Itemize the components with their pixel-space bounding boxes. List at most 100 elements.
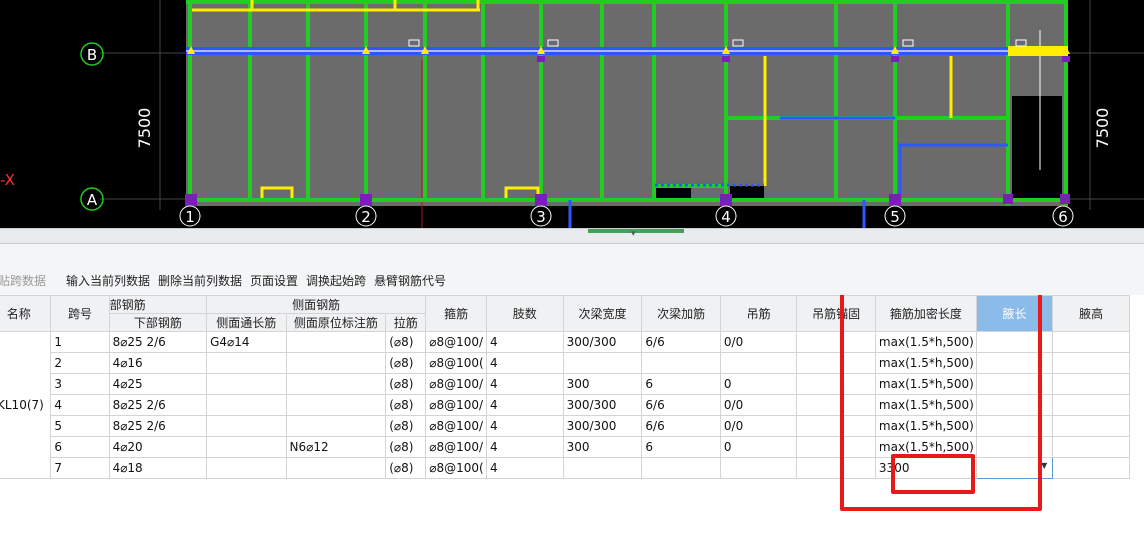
- cell-side-in-situ[interactable]: [285, 415, 387, 437]
- col-header-stirrup[interactable]: 箍筋: [425, 295, 488, 332]
- cell-hanger[interactable]: 0: [719, 436, 798, 458]
- cell-side-through[interactable]: [206, 394, 287, 416]
- col-header-hanger[interactable]: 吊筋: [719, 295, 798, 332]
- cell-span[interactable]: 1: [50, 331, 110, 353]
- cell-side-in-situ[interactable]: N6⌀12: [285, 436, 387, 458]
- cell-side-through[interactable]: [206, 415, 287, 437]
- cell-stirrup[interactable]: ⌀8@100(: [425, 352, 488, 374]
- cell-side-through[interactable]: [206, 436, 287, 458]
- collapse-arrow-icon[interactable]: ▾: [631, 229, 636, 239]
- cell-side-through[interactable]: [206, 352, 287, 374]
- cell-sec-width[interactable]: [562, 457, 643, 479]
- cell-haunch-height[interactable]: [1052, 331, 1130, 353]
- paste-span-data-button[interactable]: 粘贴跨数据: [0, 268, 46, 295]
- cell-sec-width[interactable]: 300: [562, 436, 643, 458]
- cell-side-through[interactable]: [206, 373, 287, 395]
- cell-haunch-height[interactable]: [1052, 415, 1130, 437]
- cell-haunch-height[interactable]: [1052, 457, 1130, 479]
- cell-tie[interactable]: (⌀8): [385, 415, 427, 437]
- cell-sec-add[interactable]: 6/6: [641, 394, 721, 416]
- cell-span[interactable]: 3: [50, 373, 110, 395]
- cell-sec-width[interactable]: 300/300: [562, 415, 643, 437]
- cell-legs[interactable]: 4: [486, 394, 564, 416]
- delete-column-data-button[interactable]: 删除当前列数据: [158, 268, 242, 295]
- cell-sec-width[interactable]: [562, 352, 643, 374]
- cell-haunch-height[interactable]: [1052, 352, 1130, 374]
- cell-bottom[interactable]: 4⌀18: [108, 457, 208, 479]
- cell-tie[interactable]: (⌀8): [385, 352, 427, 374]
- cell-beam-name[interactable]: KL10(7): [0, 331, 52, 479]
- cell-legs[interactable]: 4: [486, 436, 564, 458]
- cell-stirrup[interactable]: ⌀8@100/: [425, 373, 488, 395]
- cell-stirrup[interactable]: ⌀8@100(: [425, 457, 488, 479]
- dropdown-arrow-icon[interactable]: ▼: [1041, 461, 1047, 470]
- cell-bottom[interactable]: 4⌀25: [108, 373, 208, 395]
- cell-stirrup[interactable]: ⌀8@100/: [425, 436, 488, 458]
- cell-hanger[interactable]: [719, 352, 798, 374]
- cell-hanger[interactable]: [719, 457, 798, 479]
- cell-span[interactable]: 4: [50, 394, 110, 416]
- cell-sec-add[interactable]: 6: [641, 436, 721, 458]
- cell-bottom[interactable]: 8⌀25 2/6: [108, 331, 208, 353]
- cell-side-through[interactable]: G4⌀14: [206, 331, 287, 353]
- cell-haunch-height[interactable]: [1052, 394, 1130, 416]
- swap-start-span-button[interactable]: 调换起始跨: [306, 268, 366, 295]
- cell-hanger[interactable]: 0/0: [719, 415, 798, 437]
- cell-span[interactable]: 6: [50, 436, 110, 458]
- cell-side-in-situ[interactable]: [285, 331, 387, 353]
- cell-bottom[interactable]: 8⌀25 2/6: [108, 394, 208, 416]
- cell-sec-width[interactable]: 300/300: [562, 394, 643, 416]
- cell-sec-add[interactable]: [641, 457, 721, 479]
- cell-legs[interactable]: 4: [486, 415, 564, 437]
- cell-haunch-height[interactable]: [1052, 373, 1130, 395]
- splitter-grip[interactable]: [588, 229, 684, 233]
- cell-tie[interactable]: (⌀8): [385, 331, 427, 353]
- cell-legs[interactable]: 4: [486, 457, 564, 479]
- col-header-legs[interactable]: 肢数: [486, 295, 564, 332]
- cell-side-through[interactable]: [206, 457, 287, 479]
- cell-span[interactable]: 7: [50, 457, 110, 479]
- cell-stirrup[interactable]: ⌀8@100/: [425, 415, 488, 437]
- cell-sec-add[interactable]: [641, 352, 721, 374]
- cell-span[interactable]: 5: [50, 415, 110, 437]
- cell-legs[interactable]: 4: [486, 373, 564, 395]
- cell-legs[interactable]: 4: [486, 331, 564, 353]
- col-header-sec-add[interactable]: 次梁加筋: [641, 295, 721, 332]
- cell-haunch-height[interactable]: [1052, 436, 1130, 458]
- col-header-name[interactable]: 名称: [0, 295, 52, 332]
- cad-drawing-view[interactable]: B A 1 2 3 4 5 6 7500 7500 -X: [0, 0, 1144, 228]
- cell-tie[interactable]: (⌀8): [385, 457, 427, 479]
- cell-side-in-situ[interactable]: [285, 373, 387, 395]
- cell-legs[interactable]: 4: [486, 352, 564, 374]
- cell-stirrup[interactable]: ⌀8@100/: [425, 331, 488, 353]
- cell-stirrup[interactable]: ⌀8@100/: [425, 394, 488, 416]
- cantilever-code-button[interactable]: 悬臂钢筋代号: [374, 268, 446, 295]
- cell-side-in-situ[interactable]: [285, 352, 387, 374]
- cell-sec-width[interactable]: 300: [562, 373, 643, 395]
- cell-tie[interactable]: (⌀8): [385, 436, 427, 458]
- cell-bottom[interactable]: 8⌀25 2/6: [108, 415, 208, 437]
- cell-sec-add[interactable]: 6: [641, 373, 721, 395]
- col-header-span[interactable]: 跨号: [50, 295, 110, 332]
- cell-tie[interactable]: (⌀8): [385, 373, 427, 395]
- cell-hanger[interactable]: 0/0: [719, 331, 798, 353]
- cell-side-in-situ[interactable]: [285, 457, 387, 479]
- page-settings-button[interactable]: 页面设置: [250, 268, 298, 295]
- input-column-data-button[interactable]: 输入当前列数据: [66, 268, 150, 295]
- cell-sec-add[interactable]: 6/6: [641, 415, 721, 437]
- cell-side-in-situ[interactable]: [285, 394, 387, 416]
- cell-hanger[interactable]: 0: [719, 373, 798, 395]
- col-header-sec-width[interactable]: 次梁宽度: [562, 295, 643, 332]
- cell-sec-add[interactable]: 6/6: [641, 331, 721, 353]
- cell-hanger[interactable]: 0/0: [719, 394, 798, 416]
- col-header-haunch-height[interactable]: 腋高: [1052, 295, 1130, 332]
- cell-bottom[interactable]: 4⌀16: [108, 352, 208, 374]
- cell-bottom[interactable]: 4⌀20: [108, 436, 208, 458]
- col-header-bottom[interactable]: 下部钢筋: [108, 313, 208, 332]
- col-header-side-in-situ[interactable]: 侧面原位标注筋: [285, 313, 387, 332]
- col-header-side-through[interactable]: 侧面通长筋: [206, 313, 287, 332]
- cell-tie[interactable]: (⌀8): [385, 394, 427, 416]
- cell-sec-width[interactable]: 300/300: [562, 331, 643, 353]
- cell-span[interactable]: 2: [50, 352, 110, 374]
- panel-splitter[interactable]: ▾: [0, 228, 1144, 244]
